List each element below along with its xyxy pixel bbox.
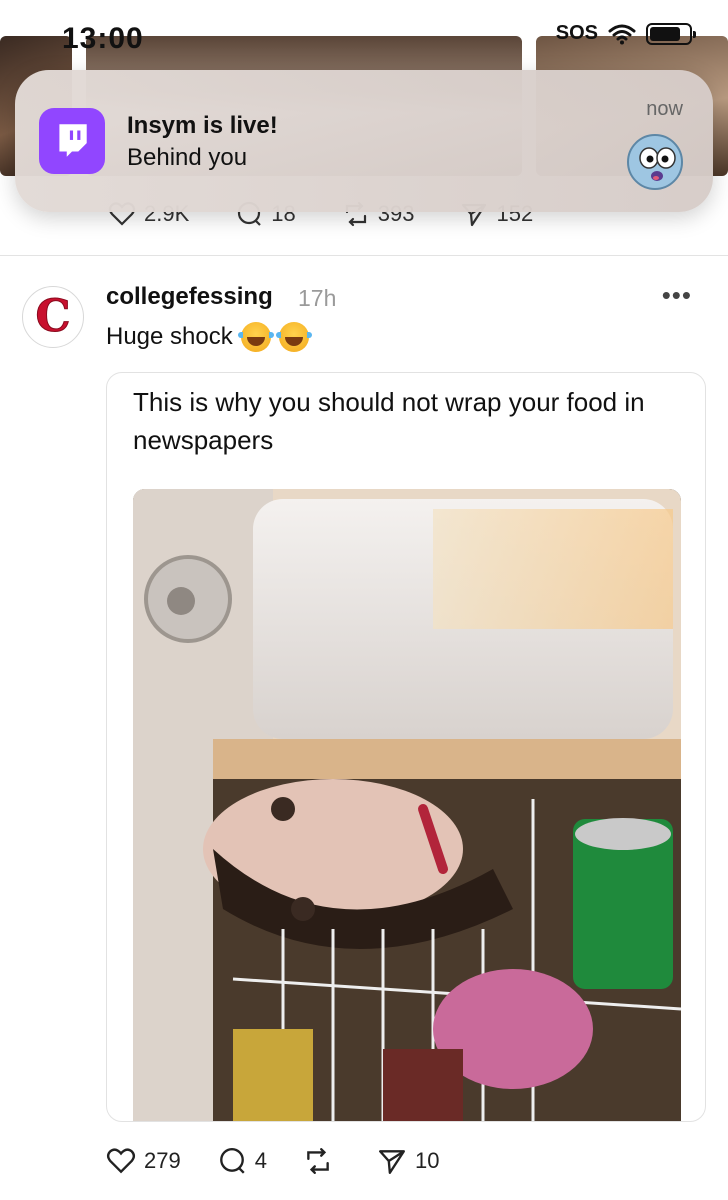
repost-button[interactable]	[303, 1146, 341, 1176]
battery-icon	[646, 22, 696, 45]
quoted-post[interactable]: This is why you should not wrap your foo…	[106, 372, 706, 1122]
notification-banner[interactable]: Insym is live! Behind you now	[15, 70, 713, 212]
reply-button[interactable]: 4	[217, 1146, 267, 1176]
share-count: 10	[414, 1148, 440, 1173]
like-count: 279	[144, 1148, 181, 1173]
notification-time: now	[646, 98, 683, 120]
comment-icon	[219, 1148, 245, 1174]
laughing-emoji-icon	[275, 322, 312, 352]
heart-icon	[106, 1148, 136, 1174]
laughing-emoji-icon	[237, 322, 274, 352]
battery-level	[650, 26, 680, 41]
twitch-icon	[39, 108, 105, 174]
college-logo: C	[35, 291, 71, 342]
post-caption: Huge shock	[106, 323, 233, 350]
quoted-post-image[interactable]	[133, 489, 681, 1121]
fridge-photo	[133, 489, 681, 1121]
post-actions: 279 4 10	[106, 1146, 439, 1176]
share-button[interactable]: 10	[377, 1146, 439, 1176]
avatar[interactable]: C	[22, 286, 84, 348]
post-text: Huge shock	[106, 322, 312, 352]
notification-title: Insym is live!	[127, 112, 278, 139]
carrier-label: SOS	[555, 22, 598, 44]
reply-count: 4	[254, 1148, 267, 1173]
status-bar: 13:00 SOS	[0, 0, 728, 55]
post-time: 17h	[298, 285, 337, 311]
status-indicators: SOS	[555, 22, 696, 45]
username[interactable]: collegefessing	[106, 283, 273, 311]
status-time: 13:00	[62, 22, 144, 55]
wifi-icon	[608, 24, 636, 44]
like-button[interactable]: 279	[106, 1146, 181, 1176]
quoted-post-text: This is why you should not wrap your foo…	[133, 387, 645, 455]
send-icon	[379, 1150, 405, 1174]
shocked-emoji-avatar	[627, 134, 683, 190]
more-options-icon[interactable]: •••	[662, 280, 692, 311]
repost-icon	[307, 1148, 329, 1174]
post-divider	[0, 255, 728, 256]
notification-body: Behind you	[127, 144, 248, 171]
